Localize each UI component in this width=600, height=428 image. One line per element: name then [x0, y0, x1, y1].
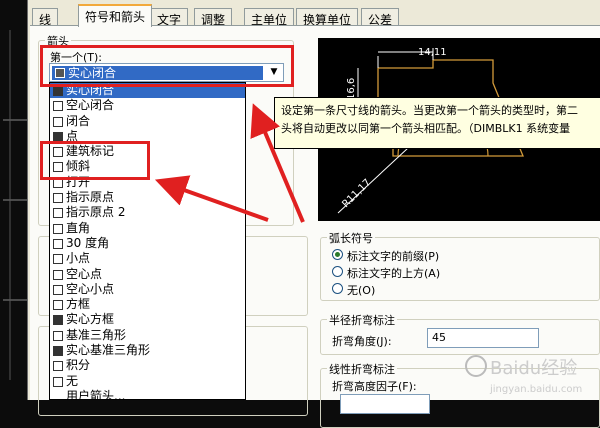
- dropdown-option[interactable]: 空心闭合: [50, 98, 245, 113]
- dropdown-option[interactable]: 闭合: [50, 114, 245, 129]
- dropdown-option[interactable]: 实心基准三角形: [50, 343, 245, 358]
- preview-dim-radius: R11,17: [340, 177, 373, 210]
- baidu-watermark: Baidu经验 jingyan.baidu.com: [465, 355, 582, 395]
- jog-factor-input[interactable]: [340, 394, 430, 414]
- filled-arrow-icon: [53, 86, 63, 96]
- small-dot-icon: [53, 254, 63, 265]
- cad-canvas-strip: [0, 0, 27, 400]
- dimension-style-dialog: 线 符号和箭头 文字 调整 主单位 换算单位 公差 箭头 第一个(T): 14,…: [27, 0, 600, 428]
- jog-angle-input[interactable]: 45: [427, 328, 539, 348]
- filled-arrow-icon: [55, 68, 65, 78]
- dot-small-blank-icon: [53, 284, 63, 295]
- dropdown-option[interactable]: 空心点: [50, 267, 245, 282]
- closed-arrow-icon: [53, 116, 63, 127]
- dropdown-option[interactable]: 实心闭合: [50, 83, 245, 99]
- arrow-type-dropdown: 实心闭合 空心闭合 闭合 点 建筑标记 倾斜 打开 指示原点 指示原点 2 直角…: [49, 82, 246, 400]
- dropdown-option[interactable]: 指示原点: [50, 190, 245, 205]
- linear-jog-title: 线性折弯标注: [327, 361, 397, 377]
- arc-above-label: 标注文字的上方(A): [347, 267, 441, 280]
- dropdown-option[interactable]: 基准三角形: [50, 328, 245, 343]
- jog-factor-label: 折弯高度因子(F):: [332, 380, 417, 393]
- oblique-icon: [53, 162, 63, 173]
- arc-above-radio[interactable]: [332, 266, 343, 277]
- tab-text[interactable]: 文字: [150, 8, 189, 27]
- tab-primary-units[interactable]: 主单位: [244, 8, 295, 27]
- dropdown-option[interactable]: 建筑标记: [50, 144, 245, 159]
- preview-dim-top: 14,11: [418, 47, 447, 58]
- dropdown-option[interactable]: 空心小点: [50, 282, 245, 297]
- jog-angle-label: 折弯角度(J):: [332, 335, 392, 348]
- origin-indicator-2-icon: [53, 208, 63, 219]
- box-icon: [53, 300, 63, 311]
- dropdown-option[interactable]: 方框: [50, 297, 245, 312]
- dropdown-option[interactable]: 无: [50, 374, 245, 389]
- tab-bar: 线 符号和箭头 文字 调整 主单位 换算单位 公差: [30, 4, 600, 27]
- arrowheads-title: 箭头: [45, 33, 71, 49]
- radius-jog-title: 半径折弯标注: [327, 312, 397, 328]
- dropdown-option[interactable]: 指示原点 2: [50, 205, 245, 220]
- arc-none-label: 无(O): [347, 284, 376, 297]
- first-arrow-combo[interactable]: 实心闭合 ▼: [49, 63, 284, 82]
- watermark-text: Baidu经验: [490, 358, 577, 379]
- dropdown-option[interactable]: 打开: [50, 175, 245, 190]
- open-icon: [53, 177, 63, 188]
- arc-prefix-label: 标注文字的前缀(P): [347, 250, 440, 263]
- tab-lines[interactable]: 线: [32, 8, 59, 27]
- dropdown-option[interactable]: 积分: [50, 358, 245, 373]
- chevron-down-icon[interactable]: ▼: [266, 65, 282, 80]
- first-arrow-selected: 实心闭合: [52, 66, 263, 80]
- dropdown-option[interactable]: 实心方框: [50, 312, 245, 327]
- open-arrow-icon: [53, 101, 63, 112]
- dot-icon: [53, 131, 63, 142]
- tooltip: 设定第一条尺寸线的箭头。当更改第一个箭头的类型时，第二 头将自动更改以同第一个箭…: [274, 97, 600, 149]
- angle-30-icon: [53, 238, 63, 249]
- dropdown-option[interactable]: 直角: [50, 221, 245, 236]
- tab-alternate-units[interactable]: 换算单位: [296, 8, 359, 27]
- origin-indicator-icon: [53, 193, 63, 204]
- watermark-url: jingyan.baidu.com: [489, 384, 582, 395]
- tab-tolerances[interactable]: 公差: [361, 8, 400, 27]
- datum-triangle-filled-icon: [53, 346, 63, 357]
- arc-prefix-radio[interactable]: [332, 249, 343, 260]
- tab-symbols-arrows[interactable]: 符号和箭头: [78, 4, 153, 27]
- integral-icon: [53, 361, 63, 372]
- dot-blank-icon: [53, 269, 63, 280]
- dropdown-option[interactable]: 倾斜: [50, 159, 245, 174]
- dropdown-option[interactable]: 点: [50, 129, 245, 144]
- right-angle-icon: [53, 223, 63, 234]
- box-filled-icon: [53, 315, 63, 326]
- arc-none-radio[interactable]: [332, 283, 343, 294]
- tab-fit[interactable]: 调整: [194, 8, 233, 27]
- dropdown-option[interactable]: 小点: [50, 251, 245, 266]
- none-icon: [53, 376, 63, 387]
- arch-tick-icon: [53, 147, 63, 158]
- arc-length-title: 弧长符号: [327, 230, 375, 246]
- datum-triangle-icon: [53, 330, 63, 341]
- dropdown-option[interactable]: 用户箭头...: [50, 389, 245, 399]
- dropdown-option[interactable]: 30 度角: [50, 236, 245, 251]
